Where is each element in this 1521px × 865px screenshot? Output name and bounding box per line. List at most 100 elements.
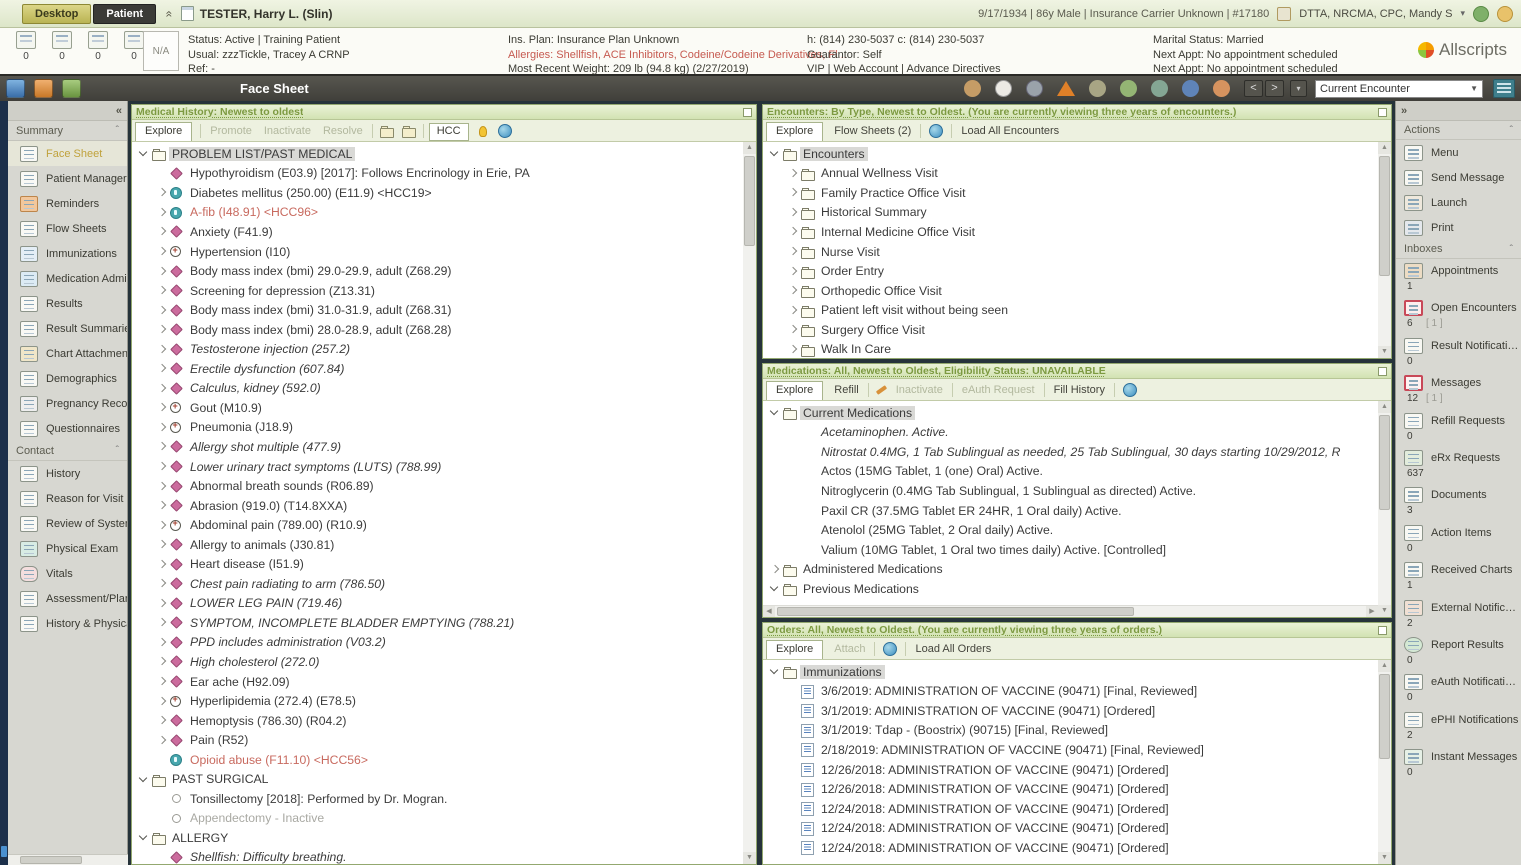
expand-chevron-icon[interactable] <box>769 148 780 159</box>
tree-item[interactable]: Acetaminophen. Active. <box>765 423 1377 443</box>
inbox-item[interactable]: Result Notifications 0 <box>1396 334 1521 371</box>
inbox-item[interactable]: Received Charts 1 <box>1396 558 1521 595</box>
tree-item[interactable]: 12/24/2018: ADMINISTRATION OF VACCINE (9… <box>765 818 1377 838</box>
sidebar-item[interactable]: Pregnancy Record <box>8 391 127 416</box>
expand-folders-icon[interactable] <box>400 123 418 139</box>
expand-chevron-icon[interactable] <box>156 637 167 648</box>
expand-chevron-icon[interactable] <box>156 187 167 198</box>
sidebar-horizontal-scrollbar[interactable] <box>8 854 128 865</box>
tree-item[interactable]: Hypothyroidism (E03.9) [2017]: Follows E… <box>134 164 742 184</box>
expand-chevron-icon[interactable] <box>769 407 780 418</box>
sidebar-item[interactable]: Patient Manager <box>8 166 127 191</box>
load-all-encounters-button[interactable]: Load All Encounters <box>955 123 1065 141</box>
expand-chevron-icon[interactable] <box>156 617 167 628</box>
hcc-button[interactable]: HCC <box>429 123 469 141</box>
tree-item[interactable]: 3/6/2019: ADMINISTRATION OF VACCINE (904… <box>765 682 1377 702</box>
tree-item[interactable]: A-fib (I48.91) <HCC96> <box>134 203 742 223</box>
expand-chevron-icon[interactable] <box>769 564 780 575</box>
inbox-item[interactable]: Action Items 0 <box>1396 521 1521 558</box>
tree-item[interactable]: Pain (R52) <box>134 730 742 750</box>
tree-item[interactable]: Testosterone injection (257.2) <box>134 339 742 359</box>
scroll-up-icon[interactable]: ▲ <box>1378 401 1391 413</box>
refill-button[interactable]: Refill <box>828 382 864 400</box>
help-icon[interactable] <box>1497 6 1513 22</box>
expand-chevron-icon[interactable] <box>156 481 167 492</box>
sidebar-item[interactable]: Assessment/Plan <box>8 586 127 611</box>
tree-item[interactable]: Appendectomy - Inactive <box>134 809 742 829</box>
expand-chevron-icon[interactable] <box>156 422 167 433</box>
scroll-left-icon[interactable]: ◀ <box>763 606 775 617</box>
tree-item[interactable]: PPD includes administration (V03.2) <box>134 633 742 653</box>
tree-item[interactable]: 12/24/2018: ADMINISTRATION OF VACCINE (9… <box>765 838 1377 858</box>
tree-item[interactable]: Hemoptysis (786.30) (R04.2) <box>134 711 742 731</box>
expand-chevron-icon[interactable] <box>787 324 798 335</box>
inbox-item[interactable]: Instant Messages 0 <box>1396 745 1521 782</box>
tab-desktop[interactable]: Desktop <box>22 4 91 24</box>
prev-encounter-button[interactable]: < <box>1244 80 1263 97</box>
explore-tab[interactable]: Explore <box>766 122 823 141</box>
tree-item[interactable]: Walk In Care <box>765 339 1377 358</box>
expand-chevron-icon[interactable] <box>787 784 798 795</box>
tree-item[interactable]: Atenolol (25MG Tablet, 2 Oral daily) Act… <box>765 520 1377 540</box>
chat-icon[interactable] <box>1473 6 1489 22</box>
expand-chevron-icon[interactable] <box>138 148 149 159</box>
sidebar-item[interactable]: Results <box>8 291 127 316</box>
tree-item[interactable]: Body mass index (bmi) 29.0-29.9, adult (… <box>134 261 742 281</box>
tree-item[interactable]: Orthopedic Office Visit <box>765 281 1377 301</box>
sidebar-item[interactable]: Result Summaries <box>8 316 127 341</box>
medical-history-title[interactable]: Medical History: Newest to oldest <box>136 106 303 118</box>
sidebar-item[interactable]: History & Physical <box>8 611 127 636</box>
inbox-item[interactable]: External Notificatio... 2 <box>1396 596 1521 633</box>
tree-item[interactable]: PAST SURGICAL <box>134 770 742 790</box>
app-green-icon[interactable] <box>62 79 81 98</box>
expand-chevron-icon[interactable] <box>787 725 798 736</box>
scrollbar-thumb[interactable] <box>1379 674 1390 759</box>
expand-chevron-icon[interactable] <box>156 559 167 570</box>
bulb-icon[interactable] <box>479 126 487 137</box>
tree-item[interactable]: 12/26/2018: ADMINISTRATION OF VACCINE (9… <box>765 779 1377 799</box>
expand-chevron-icon[interactable] <box>787 544 798 555</box>
chart-icon[interactable] <box>964 80 981 97</box>
vertical-scrollbar[interactable]: ▲ ▼ <box>1378 401 1391 617</box>
app-orange-icon[interactable] <box>34 79 53 98</box>
tree-item[interactable]: Tonsillectomy [2018]: Performed by Dr. M… <box>134 789 742 809</box>
counter[interactable]: 0 <box>8 31 44 62</box>
tree-item[interactable]: Annual Wellness Visit <box>765 164 1377 184</box>
tree-item[interactable]: Abdominal pain (789.00) (R10.9) <box>134 515 742 535</box>
collapse-left-icon[interactable]: « <box>116 105 122 117</box>
expand-chevron-icon[interactable] <box>156 852 167 863</box>
expand-chevron-icon[interactable] <box>787 187 798 198</box>
tree-item[interactable]: Valium (10MG Tablet, 1 Oral two times da… <box>765 540 1377 560</box>
inbox-item[interactable]: Documents 3 <box>1396 483 1521 520</box>
explore-tab[interactable]: Explore <box>135 122 192 141</box>
orders-header[interactable]: Orders: All, Newest to Oldest. (You are … <box>763 623 1391 638</box>
promote-button[interactable]: Promote <box>204 123 258 141</box>
expand-chevron-icon[interactable] <box>156 598 167 609</box>
orders-title[interactable]: Orders: All, Newest to Oldest. (You are … <box>767 624 1162 636</box>
tree-item[interactable]: Body mass index (bmi) 31.0-31.9, adult (… <box>134 300 742 320</box>
tree-item[interactable]: Anxiety (F41.9) <box>134 222 742 242</box>
expand-chevron-icon[interactable] <box>787 744 798 755</box>
app-blue-icon[interactable] <box>6 79 25 98</box>
tree-item[interactable]: Surgery Office Visit <box>765 320 1377 340</box>
expand-chevron-icon[interactable] <box>156 226 167 237</box>
expand-chevron-icon[interactable] <box>138 832 149 843</box>
expand-chevron-icon[interactable] <box>156 383 167 394</box>
briefcase-icon[interactable] <box>1089 80 1106 97</box>
tree-item[interactable]: Family Practice Office Visit <box>765 183 1377 203</box>
fill-history-button[interactable]: Fill History <box>1048 382 1111 400</box>
expand-chevron-icon[interactable] <box>156 266 167 277</box>
tree-item[interactable]: Gout (M10.9) <box>134 398 742 418</box>
vertical-scrollbar[interactable]: ▲ ▼ <box>1378 142 1391 358</box>
expand-chevron-icon[interactable] <box>787 525 798 536</box>
tree-item[interactable]: Internal Medicine Office Visit <box>765 222 1377 242</box>
scrollbar-thumb[interactable] <box>744 156 755 246</box>
expand-chevron-icon[interactable] <box>156 324 167 335</box>
tree-item[interactable]: PROBLEM LIST/PAST MEDICAL <box>134 144 742 164</box>
resolve-button[interactable]: Resolve <box>317 123 369 141</box>
sidebar-item[interactable]: Face Sheet <box>8 141 127 166</box>
sidebar-item[interactable]: Chart Attachments <box>8 341 127 366</box>
expand-chevron-icon[interactable] <box>787 446 798 457</box>
tree-item[interactable]: SYMPTOM, INCOMPLETE BLADDER EMPTYING (78… <box>134 613 742 633</box>
actions-section-header[interactable]: Actions ˆ <box>1396 121 1521 140</box>
